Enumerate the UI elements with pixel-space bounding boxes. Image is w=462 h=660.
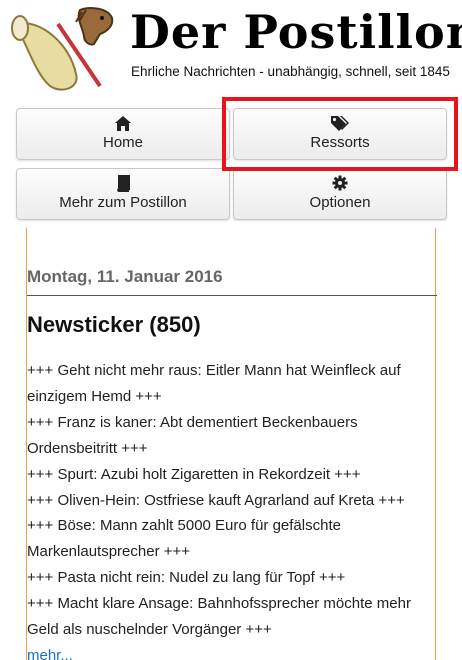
book-icon — [17, 175, 229, 193]
ticker-item: +++ Oliven-Hein: Ostfriese kauft Agrarla… — [27, 491, 405, 509]
nav-optionen-label: Optionen — [309, 194, 371, 211]
nav-optionen-button[interactable]: Optionen — [233, 168, 447, 220]
main-content: Montag, 11. Januar 2016 Newsticker (850)… — [26, 228, 437, 660]
site-title[interactable]: Der Postillon — [130, 2, 462, 62]
post-title[interactable]: Newsticker (850) — [27, 312, 201, 338]
ticker-item: +++ Spurt: Azubi holt Zigaretten in Reko… — [27, 465, 361, 483]
nav-home-button[interactable]: Home — [16, 108, 230, 160]
ticker-item: +++ Pasta nicht rein: Nudel zu lang für … — [27, 569, 346, 587]
tags-icon — [234, 115, 446, 133]
ticker-item: +++ Franz is kaner: Abt dementiert Becke… — [27, 413, 358, 457]
main-nav: Home Ressorts Mehr zum Postillon Optione… — [0, 100, 462, 228]
read-more-link[interactable]: mehr... — [27, 643, 427, 660]
post-date: Montag, 11. Januar 2016 — [27, 267, 223, 286]
site-header: Der Postillon Ehrliche Nachrichten - una… — [0, 0, 462, 100]
nav-mehr-button[interactable]: Mehr zum Postillon — [16, 168, 230, 220]
nav-ressorts-button[interactable]: Ressorts — [233, 108, 447, 160]
newsticker-list: +++ Geht nicht mehr raus: Eitler Mann ha… — [27, 358, 427, 660]
nav-mehr-label: Mehr zum Postillon — [59, 194, 187, 211]
nav-ressorts-label: Ressorts — [310, 134, 370, 151]
ticker-item: +++ Macht klare Ansage: Bahnhofssprecher… — [27, 595, 411, 639]
home-icon — [17, 115, 229, 133]
ticker-item: +++ Geht nicht mehr raus: Eitler Mann ha… — [27, 362, 401, 405]
gear-icon — [234, 175, 446, 193]
ticker-item: +++ Böse: Mann zahlt 5000 Euro für gefäl… — [27, 517, 341, 561]
date-divider — [27, 295, 437, 296]
postillon-logo[interactable] — [10, 4, 122, 94]
nav-home-label: Home — [102, 134, 143, 151]
site-tagline: Ehrliche Nachrichten - unabhängig, schne… — [131, 64, 450, 79]
